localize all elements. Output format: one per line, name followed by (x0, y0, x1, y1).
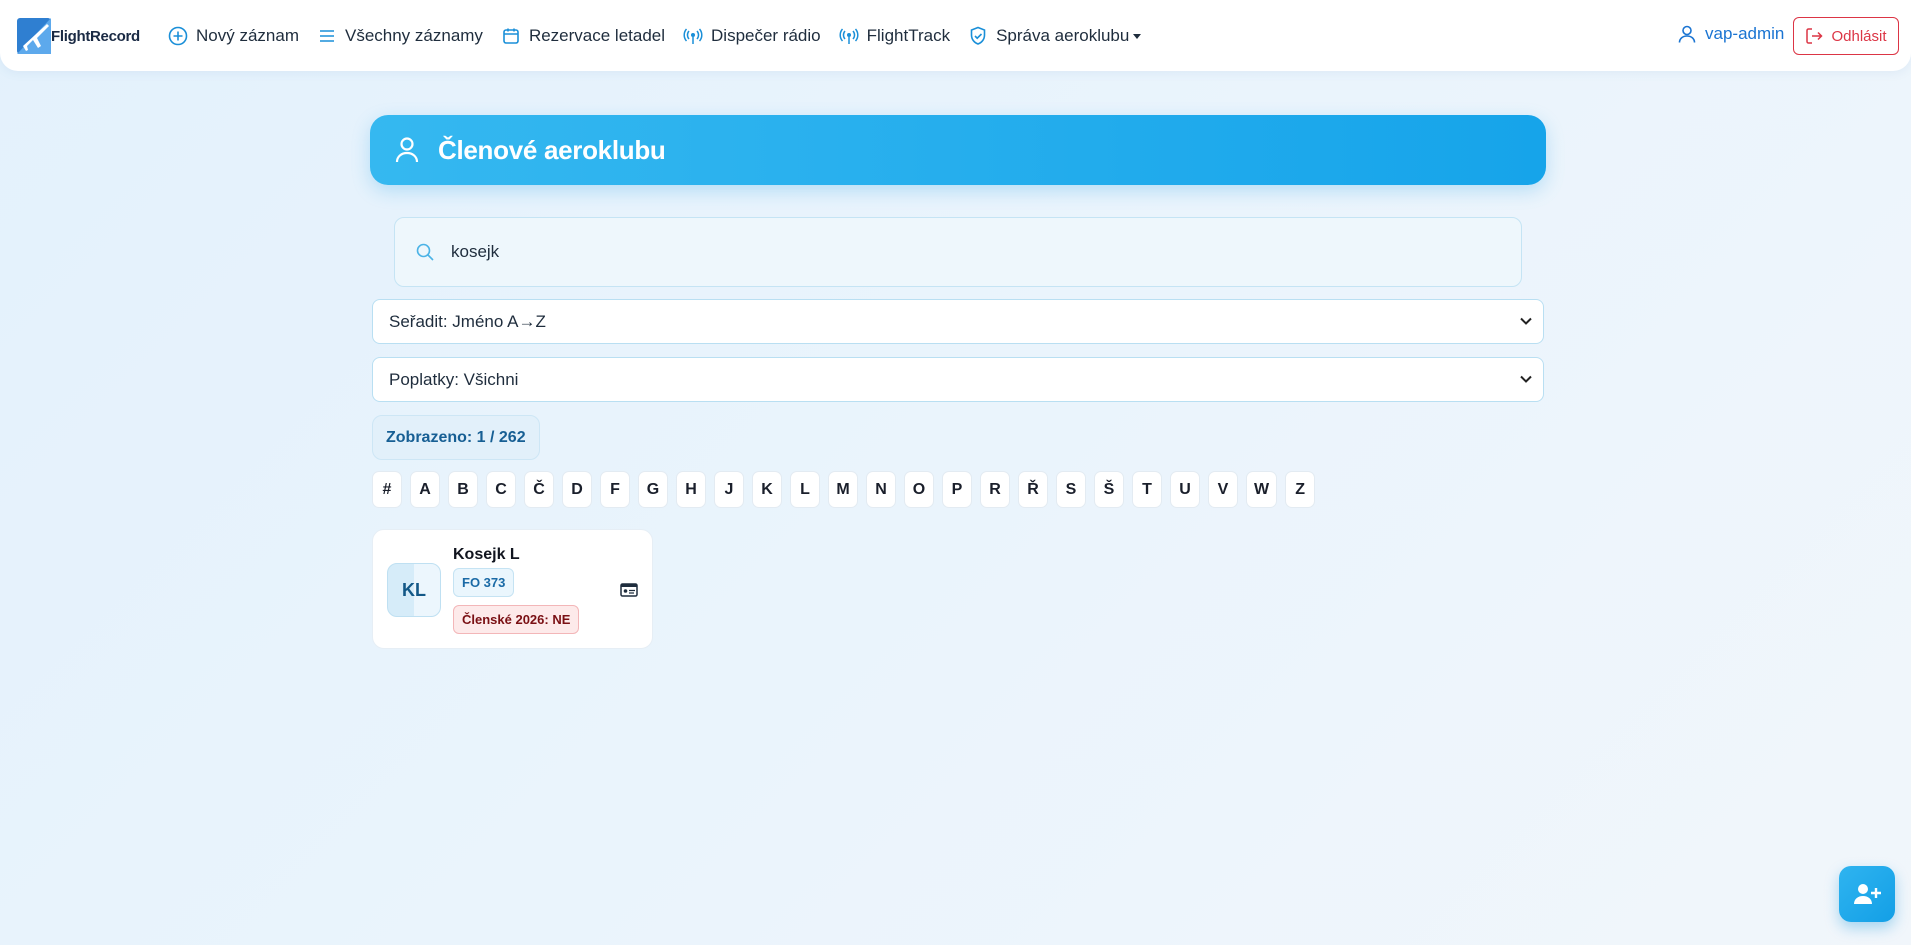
nav-aircraft-reservation[interactable]: Rezervace letadel (501, 26, 665, 46)
letter-filter-button[interactable]: Č (524, 471, 554, 508)
sort-select[interactable]: Seřadit: Jméno A→Z (372, 299, 1544, 344)
letter-filter-button[interactable]: K (752, 471, 782, 508)
letter-filter-button[interactable]: P (942, 471, 972, 508)
broadcast-icon (683, 26, 703, 46)
letter-filter-button[interactable]: S (1056, 471, 1086, 508)
logout-button[interactable]: Odhlásit (1793, 17, 1899, 55)
nav-flighttrack-label: FlightTrack (866, 25, 951, 45)
user-plus-icon (1854, 884, 1881, 904)
letter-filter-button[interactable]: D (562, 471, 592, 508)
shield-icon (968, 26, 988, 46)
letter-filter-button[interactable]: N (866, 471, 896, 508)
chevron-down-icon (1133, 34, 1142, 39)
nav-flighttrack[interactable]: FlightTrack (839, 26, 950, 46)
page-header-banner: Členové aeroklubu (370, 115, 1546, 185)
plane-logo-icon (17, 16, 55, 56)
page-title: Členové aeroklubu (438, 134, 666, 165)
member-license-text: FO 373 (462, 575, 506, 590)
add-member-button[interactable] (1839, 866, 1895, 922)
letter-filter-button[interactable]: R (980, 471, 1010, 508)
letter-filter-button[interactable]: U (1170, 471, 1200, 508)
id-card-icon[interactable] (620, 582, 638, 598)
member-fee-status-text: Členské 2026: NE (462, 612, 571, 627)
letter-filter-button[interactable]: Ř (1018, 471, 1048, 508)
letter-filter-button[interactable]: Š (1094, 471, 1124, 508)
member-search-input[interactable] (451, 242, 1451, 262)
logout-icon (1805, 27, 1824, 45)
nav-club-admin-dropdown[interactable]: Správa aeroklubu (968, 25, 1142, 46)
letter-filter-button[interactable]: J (714, 471, 744, 508)
nav-new-record-label: Nový záznam (196, 25, 299, 45)
plus-circle-icon (168, 26, 188, 46)
member-search-box (394, 217, 1522, 287)
letter-filter-button[interactable]: H (676, 471, 706, 508)
chevron-down-icon (1520, 317, 1532, 325)
letter-filter-button[interactable]: B (448, 471, 478, 508)
nav-new-record[interactable]: Nový záznam (168, 26, 299, 46)
search-icon (415, 242, 435, 262)
fee-filter-select[interactable]: Poplatky: Všichni (372, 357, 1544, 402)
letter-filter-button[interactable]: O (904, 471, 934, 508)
letter-filter-button[interactable]: G (638, 471, 668, 508)
letter-filter-button[interactable]: V (1208, 471, 1238, 508)
letter-filter-button[interactable]: C (486, 471, 516, 508)
nav-all-records[interactable]: Všechny záznamy (317, 26, 483, 46)
chevron-down-icon (1520, 375, 1532, 383)
letter-filter-button[interactable]: M (828, 471, 858, 508)
member-fee-status-badge: Členské 2026: NE (453, 605, 580, 634)
letter-filter-button[interactable]: F (600, 471, 630, 508)
letter-filter-button[interactable]: A (410, 471, 440, 508)
sort-select-value: Seřadit: Jméno A→Z (389, 311, 546, 331)
nav-aircraft-reservation-label: Rezervace letadel (528, 25, 666, 45)
logout-label: Odhlásit (1831, 27, 1887, 45)
member-card[interactable]: KL Kosejk L FO 373 Členské 2026: NE (372, 529, 653, 649)
brand-name: FlightRecord (51, 27, 140, 45)
top-navbar: FlightRecord Nový záznam Všechny záznamy… (0, 0, 1911, 71)
letter-filter-button[interactable]: # (372, 471, 402, 508)
user-icon (394, 136, 420, 164)
nav-dispatcher-radio[interactable]: Dispečer rádio (683, 26, 821, 46)
nav-dispatcher-radio-label: Dispečer rádio (711, 25, 821, 45)
alphabet-filter: # A B C Č D F G H J K L M N O P R Ř S Š T U V W Z (372, 471, 1323, 508)
brand-logo-link[interactable]: FlightRecord (17, 16, 140, 56)
letter-filter-button[interactable]: Z (1285, 471, 1316, 508)
user-name: vap-admin (1705, 24, 1785, 43)
fee-filter-select-value: Poplatky: Všichni (389, 369, 519, 389)
calendar-icon (501, 26, 521, 46)
results-count-badge: Zobrazeno: 1 / 262 (372, 415, 540, 460)
member-license-badge: FO 373 (453, 568, 515, 597)
letter-filter-button[interactable]: T (1132, 471, 1162, 508)
main-nav: Nový záznam Všechny záznamy Rezervace le… (168, 0, 1159, 71)
list-icon (317, 26, 337, 46)
letter-filter-button[interactable]: W (1246, 471, 1278, 508)
nav-all-records-label: Všechny záznamy (344, 25, 483, 45)
member-name: Kosejk L (453, 546, 520, 563)
user-icon (1677, 24, 1697, 44)
user-profile-link[interactable]: vap-admin (1677, 24, 1784, 44)
nav-club-admin-label: Správa aeroklubu (996, 25, 1130, 45)
results-count-text: Zobrazeno: 1 / 262 (386, 428, 526, 446)
broadcast-icon (839, 26, 859, 46)
letter-filter-button[interactable]: L (790, 471, 820, 508)
member-avatar: KL (387, 563, 441, 617)
